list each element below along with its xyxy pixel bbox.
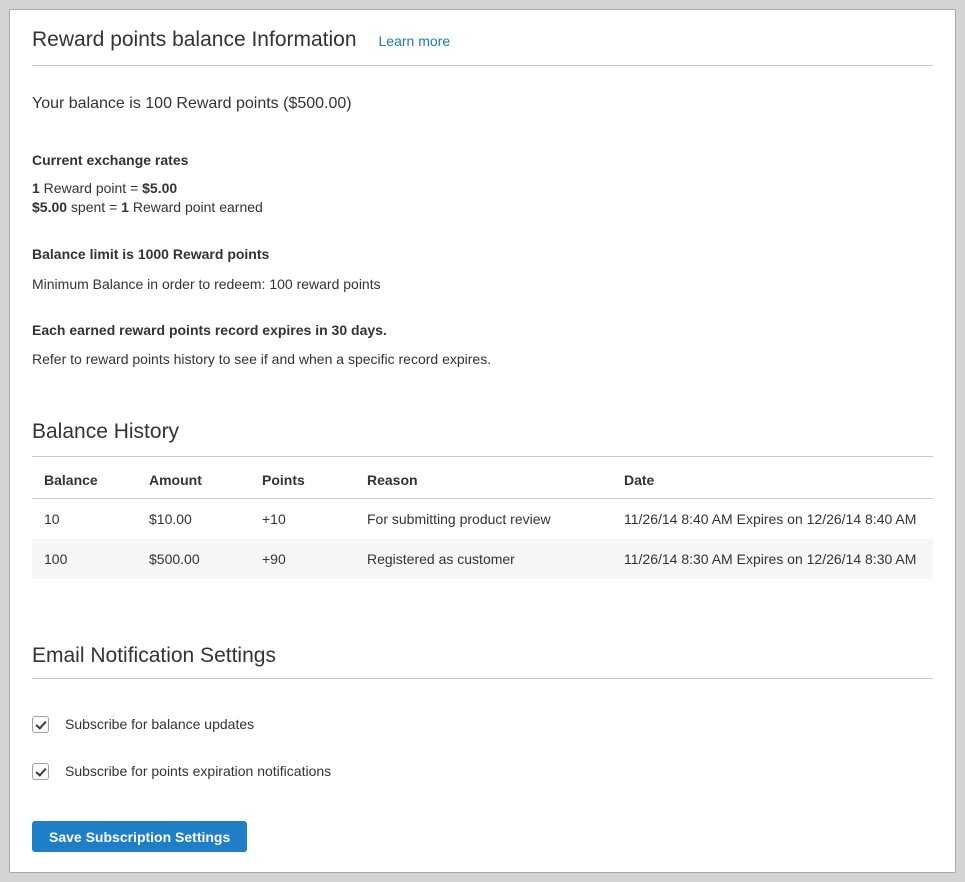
cell-balance: 10 xyxy=(32,499,139,540)
points-expiration-label[interactable]: Subscribe for points expiration notifica… xyxy=(65,763,331,780)
balance-history-table: Balance Amount Points Reason Date 10 $10… xyxy=(32,457,933,579)
save-subscription-settings-button[interactable]: Save Subscription Settings xyxy=(32,821,247,852)
earn-rate-middle: Reward point = xyxy=(40,180,142,196)
points-expiration-checkbox[interactable] xyxy=(32,763,49,780)
earn-rate-line: 1 Reward point = $5.00 xyxy=(32,179,933,198)
column-header-points: Points xyxy=(252,457,357,499)
minimum-balance-note: Minimum Balance in order to redeem: 100 … xyxy=(32,275,933,294)
exchange-rates: 1 Reward point = $5.00 $5.00 spent = 1 R… xyxy=(32,179,933,217)
table-row: 10 $10.00 +10 For submitting product rev… xyxy=(32,499,933,540)
cell-balance: 100 xyxy=(32,539,139,579)
learn-more-link[interactable]: Learn more xyxy=(379,33,451,49)
spend-rate-middle: spent = xyxy=(67,199,121,215)
exchange-rates-heading: Current exchange rates xyxy=(32,151,933,170)
page-title: Reward points balance Information xyxy=(32,27,357,52)
earn-rate-amount: $5.00 xyxy=(142,180,177,196)
spend-rate-amount: $5.00 xyxy=(32,199,67,215)
reward-points-panel: Reward points balance Information Learn … xyxy=(9,9,956,873)
column-header-reason: Reason xyxy=(357,457,614,499)
cell-date: 11/26/14 8:30 AM Expires on 12/26/14 8:3… xyxy=(614,539,933,579)
email-settings-title: Email Notification Settings xyxy=(32,643,276,668)
table-row: 100 $500.00 +90 Registered as customer 1… xyxy=(32,539,933,579)
expiration-hint: Refer to reward points history to see if… xyxy=(32,350,933,369)
cell-reason: For submitting product review xyxy=(357,499,614,540)
email-settings-header: Email Notification Settings xyxy=(32,643,933,679)
column-header-amount: Amount xyxy=(139,457,252,499)
cell-date: 11/26/14 8:40 AM Expires on 12/26/14 8:4… xyxy=(614,499,933,540)
cell-points: +10 xyxy=(252,499,357,540)
balance-limit-note: Balance limit is 1000 Reward points xyxy=(32,245,933,264)
cell-amount: $10.00 xyxy=(139,499,252,540)
balance-updates-label[interactable]: Subscribe for balance updates xyxy=(65,716,254,733)
balance-updates-option: Subscribe for balance updates xyxy=(32,716,933,733)
balance-history-header: Balance History xyxy=(32,419,933,457)
spend-rate-points: 1 xyxy=(121,199,129,215)
table-header-row: Balance Amount Points Reason Date xyxy=(32,457,933,499)
points-expiration-option: Subscribe for points expiration notifica… xyxy=(32,763,933,780)
balance-history-title: Balance History xyxy=(32,419,179,444)
cell-points: +90 xyxy=(252,539,357,579)
page-header: Reward points balance Information Learn … xyxy=(32,10,933,66)
column-header-date: Date xyxy=(614,457,933,499)
spend-rate-line: $5.00 spent = 1 Reward point earned xyxy=(32,198,933,217)
expiration-note: Each earned reward points record expires… xyxy=(32,321,933,340)
balance-summary: Your balance is 100 Reward points ($500.… xyxy=(32,93,933,115)
spend-rate-tail: Reward point earned xyxy=(129,199,263,215)
cell-amount: $500.00 xyxy=(139,539,252,579)
cell-reason: Registered as customer xyxy=(357,539,614,579)
balance-updates-checkbox[interactable] xyxy=(32,716,49,733)
column-header-balance: Balance xyxy=(32,457,139,499)
earn-rate-points: 1 xyxy=(32,180,40,196)
